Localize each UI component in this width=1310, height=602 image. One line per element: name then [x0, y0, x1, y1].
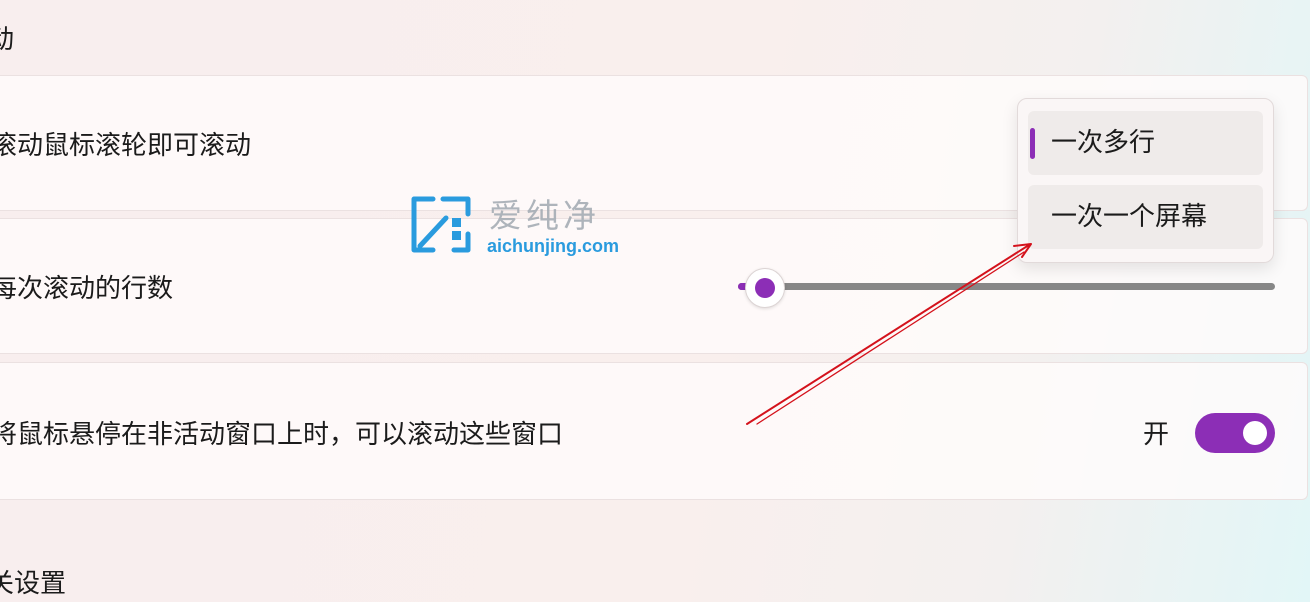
slider-track[interactable] [738, 283, 1275, 290]
scroll-inactive-windows-toggle[interactable] [1195, 413, 1275, 453]
watermark: 爱纯净 aichunjing.com [404, 196, 634, 260]
dropdown-option-label: 一次多行 [1051, 128, 1156, 158]
watermark-url: aichunjing.com [487, 236, 620, 256]
dropdown-option-multiple-lines[interactable]: 一次多行 [1028, 111, 1263, 175]
slider-thumb[interactable] [745, 268, 785, 308]
aichunjing-logo-icon [411, 196, 471, 253]
dropdown-option-label: 一次一个屏幕 [1051, 202, 1208, 232]
toggle-state-text: 开 [1143, 420, 1170, 450]
scroll-inactive-windows-label: 将鼠标悬停在非活动窗口上时，可以滚动这些窗口 [0, 420, 564, 450]
watermark-title: 爱纯净 [489, 196, 600, 235]
lines-per-scroll-slider[interactable] [738, 268, 1278, 308]
scroll-inactive-windows-card[interactable]: 将鼠标悬停在非活动窗口上时，可以滚动这些窗口 [0, 362, 1308, 500]
selected-indicator [1030, 128, 1035, 159]
scroll-mode-label: 滚动鼠标滚轮即可滚动 [0, 131, 252, 161]
dropdown-option-one-screen[interactable]: 一次一个屏幕 [1028, 185, 1263, 249]
scroll-mode-dropdown[interactable]: 一次多行 一次一个屏幕 [1017, 98, 1274, 263]
lines-per-scroll-label: 每次滚动的行数 [0, 274, 174, 304]
toggle-knob [1243, 421, 1267, 445]
section-heading-related-settings: 关设置 [0, 569, 67, 599]
section-heading-scrolling: 动 [0, 25, 15, 55]
